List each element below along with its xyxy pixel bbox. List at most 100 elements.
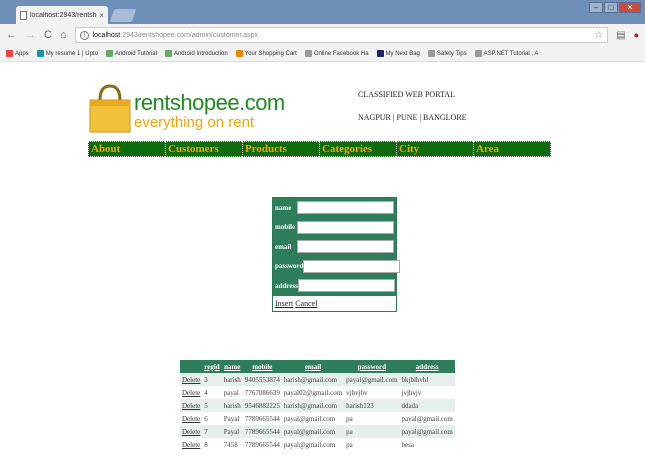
cell-name: Payal — [221, 425, 243, 438]
minimize-button[interactable]: – — [589, 2, 603, 13]
mobile-input[interactable] — [297, 220, 394, 234]
delete-cell: Delete — [180, 386, 202, 399]
new-tab-button[interactable] — [109, 9, 137, 22]
page-icon — [20, 10, 27, 20]
reload-icon[interactable]: C — [44, 29, 52, 41]
address-input[interactable] — [297, 279, 395, 293]
url-input[interactable]: i localhost :2943/rentshopee.com/admin/c… — [74, 27, 609, 43]
cancel-link[interactable]: Cancel — [295, 299, 317, 308]
form-row-name: name — [273, 198, 396, 218]
cell-address: payal@gmail.com — [401, 414, 453, 423]
bookmark-icon — [36, 50, 44, 57]
tab-title: localhost:2943/rentshop — [30, 11, 98, 19]
grid-header-row: regid name mobile email password address — [180, 360, 455, 373]
bookmark-item[interactable]: Your Shopping Cart — [235, 50, 297, 57]
grid-header-name[interactable]: name — [221, 360, 243, 373]
site-logo[interactable]: rentshopee.com everything on rent — [88, 78, 288, 138]
delete-link[interactable]: Delete — [182, 389, 200, 397]
bookmark-label: My Next Bag — [385, 50, 420, 57]
cell-password: pa — [346, 414, 353, 423]
table-row: Delete 8 7458 7789665544 payal@gmail.com pa be… — [180, 438, 455, 451]
home-icon[interactable]: ⌂ — [60, 29, 67, 41]
cell-mobile: 9546882225 — [242, 399, 282, 412]
bookmark-label: Safety Tips — [436, 50, 467, 57]
delete-link[interactable]: Delete — [182, 402, 200, 410]
close-window-button[interactable]: ✕ — [619, 2, 641, 13]
delete-link[interactable]: Delete — [182, 428, 200, 436]
nav-about[interactable]: About — [88, 141, 165, 157]
bookmark-item[interactable]: ASP.NET Tutorial , A — [474, 50, 539, 57]
bookmarks-bar: Apps My resume 1 | Upto Android Tutorial An… — [0, 46, 645, 62]
delete-cell: Delete — [180, 438, 202, 451]
cell-mobile: 7767086639 — [244, 388, 280, 397]
bookmark-icon — [164, 50, 172, 57]
bookmark-item[interactable]: Online Facebook Ha — [304, 50, 369, 57]
bookmark-item[interactable]: Android Tutorial — [105, 50, 157, 57]
cell-name: harish — [221, 399, 243, 412]
extension-icon[interactable]: ▤ — [616, 30, 625, 41]
nav-products[interactable]: Products — [242, 141, 319, 157]
grid-header-mobile[interactable]: mobile — [242, 360, 282, 373]
bookmark-item[interactable]: My resume 1 | Upto — [36, 50, 98, 57]
shopping-bag-icon — [89, 84, 131, 133]
cell-address: besa — [401, 440, 414, 449]
grid-header-regid[interactable]: regid — [202, 360, 222, 373]
nav-area[interactable]: Area — [473, 141, 551, 157]
password-input[interactable] — [303, 259, 401, 273]
delete-link[interactable]: Delete — [182, 415, 200, 423]
grid-header-address[interactable]: address — [399, 360, 455, 373]
cell-regid: 8 — [204, 440, 208, 449]
form-row-email: email — [273, 237, 396, 257]
logo-name: rentshopee.com — [134, 90, 285, 115]
address-bar-row: ← → C ⌂ i localhost :2943/rentshopee.com… — [0, 24, 645, 46]
cell-password: payal@gmail.com — [344, 373, 400, 386]
bookmark-label: Your Shopping Cart — [244, 50, 297, 57]
cell-regid: 5 — [202, 399, 222, 412]
address-label: address — [275, 281, 298, 290]
bookmark-star-icon[interactable]: ☆ — [594, 30, 603, 41]
nav-city[interactable]: City — [396, 141, 473, 157]
cell-address: payal@gmail.com — [399, 425, 455, 438]
restore-button[interactable]: □ — [604, 2, 618, 13]
bookmark-label: ASP.NET Tutorial , A — [483, 50, 539, 57]
cell-mobile: 7789665544 — [244, 440, 280, 449]
cell-email: harish@gmail.com — [281, 373, 345, 386]
pinterest-icon[interactable]: ● — [634, 30, 639, 40]
bookmark-item[interactable]: Safety Tips — [427, 50, 467, 57]
cell-mobile: 7789665544 — [242, 425, 282, 438]
url-path: :2943/rentshopee.com/admin/customer.aspx — [120, 31, 258, 39]
logo-tagline: everything on rent — [134, 114, 255, 131]
forward-icon[interactable]: → — [25, 29, 36, 41]
grid-header-email[interactable]: email — [281, 360, 345, 373]
bookmark-item[interactable]: Android Introduction — [164, 50, 228, 57]
delete-link[interactable]: Delete — [182, 376, 200, 384]
city-list: NAGPUR | PUNE | BANGLORE — [358, 113, 467, 122]
table-row: Delete 4 payal 7767086639 payal02@gmail.com v… — [180, 386, 455, 399]
name-label: name — [275, 203, 292, 212]
grid-header-password[interactable]: password — [344, 360, 400, 373]
cell-regid: 4 — [204, 388, 208, 397]
name-input[interactable] — [297, 201, 394, 215]
insert-link[interactable]: Insert — [275, 299, 293, 308]
customer-grid: regid name mobile email password address… — [180, 360, 455, 451]
mobile-label: mobile — [275, 223, 296, 232]
delete-cell: Delete — [180, 425, 203, 438]
nav-categories[interactable]: Categories — [319, 141, 396, 157]
form-row-address: address — [273, 276, 396, 296]
table-row: Delete 3 harish 9405553874 harish@gmail.com p… — [180, 373, 455, 386]
bookmark-label: Apps — [15, 50, 29, 57]
bookmark-icon — [304, 50, 312, 57]
cell-email: payal@gmail.com — [281, 425, 345, 438]
nav-customers[interactable]: Customers — [165, 141, 242, 157]
delete-link[interactable]: Delete — [182, 441, 200, 449]
bookmark-item[interactable]: Apps — [6, 50, 29, 57]
cell-mobile: 7789665544 — [244, 414, 280, 423]
bookmark-label: Android Tutorial — [114, 50, 157, 57]
email-input[interactable] — [297, 240, 394, 254]
browser-tab[interactable]: localhost:2943/rentshop × — [16, 6, 108, 24]
tab-close-icon[interactable]: × — [99, 11, 104, 20]
bookmark-item[interactable]: My Next Bag — [376, 50, 420, 57]
cell-address: ddada — [399, 399, 455, 412]
info-icon[interactable]: i — [79, 30, 89, 40]
back-icon[interactable]: ← — [6, 29, 17, 41]
